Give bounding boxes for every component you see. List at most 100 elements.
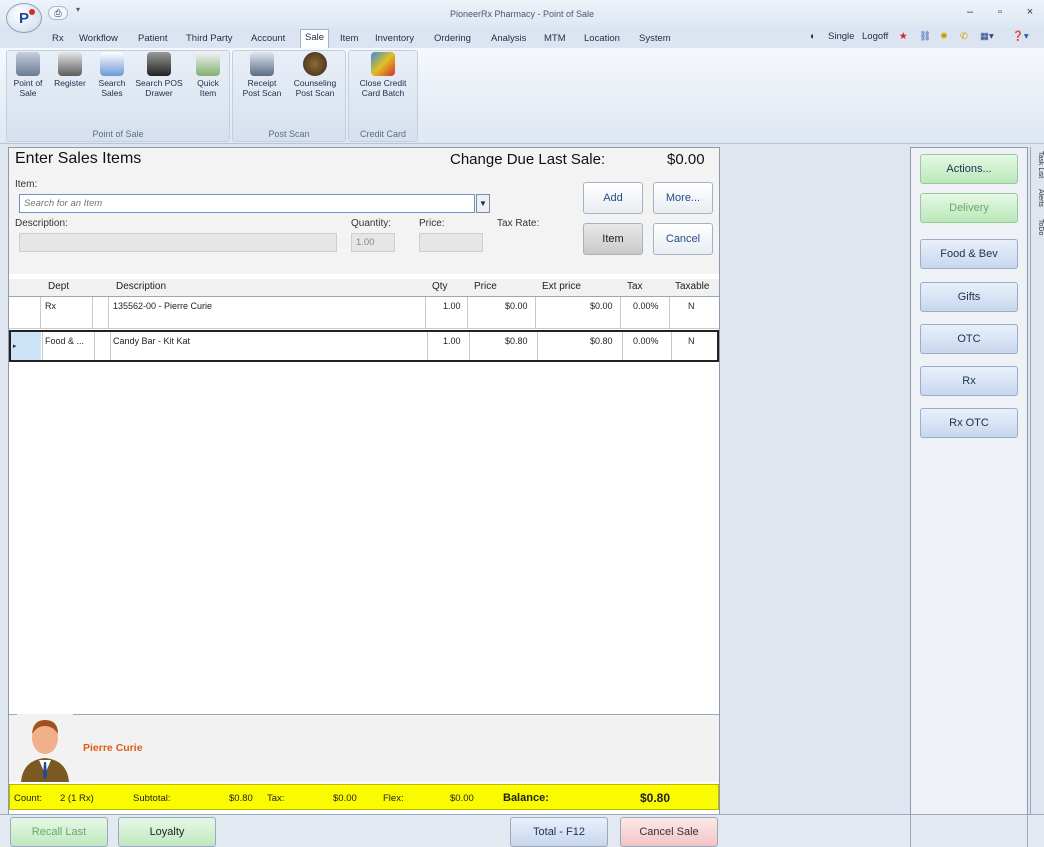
- cancel-button[interactable]: Cancel: [653, 223, 713, 255]
- cell-dept: Food & ...: [45, 336, 85, 346]
- cancel-sale-button[interactable]: Cancel Sale: [620, 817, 718, 847]
- cell-taxable: N: [688, 301, 695, 311]
- menu-account[interactable]: Account: [247, 31, 289, 46]
- item-search-input[interactable]: [19, 194, 475, 213]
- window-title: PioneerRx Pharmacy - Point of Sale: [449, 9, 595, 19]
- quick-item-button[interactable]: Quick Item: [188, 52, 228, 98]
- menu-sale[interactable]: Sale: [300, 29, 330, 48]
- register-button[interactable]: Register: [50, 52, 90, 88]
- cell-tax: 0.00%: [633, 336, 659, 346]
- menu-patient[interactable]: Patient: [134, 31, 172, 46]
- page-title: Enter Sales Items: [15, 150, 142, 167]
- tab-alerts[interactable]: Alerts: [1032, 189, 1044, 207]
- tab-task-list[interactable]: Task List: [1032, 151, 1044, 178]
- receipt-post-scan-button[interactable]: Receipt Post Scan: [238, 52, 286, 98]
- menu-item[interactable]: Item: [336, 31, 362, 46]
- close-button[interactable]: ×: [1018, 6, 1042, 22]
- receipt-icon: [250, 52, 274, 76]
- search-pos-drawer-button[interactable]: Search POS Drawer: [134, 52, 184, 98]
- menu-analysis[interactable]: Analysis: [487, 31, 530, 46]
- column-ext-price[interactable]: Ext price: [542, 281, 581, 292]
- column-tax[interactable]: Tax: [627, 281, 643, 292]
- column-qty[interactable]: Qty: [432, 281, 448, 292]
- count-value: 2 (1 Rx): [60, 793, 94, 804]
- menu-workflow[interactable]: Workflow: [75, 31, 122, 46]
- menu-rx[interactable]: Rx: [48, 31, 68, 46]
- app-logo[interactable]: P: [6, 3, 42, 33]
- minimize-button[interactable]: –: [958, 6, 982, 22]
- button-label: Search POS Drawer: [135, 78, 183, 98]
- menu-location[interactable]: Location: [580, 31, 624, 46]
- item-dropdown-icon[interactable]: ▼: [476, 194, 490, 213]
- recall-last-button[interactable]: Recall Last: [10, 817, 108, 847]
- quantity-label: Quantity:: [351, 218, 392, 229]
- column-taxable[interactable]: Taxable: [675, 281, 709, 292]
- phone-icon[interactable]: ✆: [960, 31, 968, 42]
- add-button[interactable]: Add: [583, 182, 643, 214]
- button-label: Close Credit Card Batch: [359, 78, 407, 98]
- cart-icon: [196, 52, 220, 76]
- credit-card-icon: [371, 52, 395, 76]
- change-due-label: Change Due Last Sale:: [450, 151, 606, 168]
- logoff-link[interactable]: Logoff: [862, 31, 888, 42]
- tax-value: $0.00: [333, 793, 357, 804]
- row-pointer-icon: ▸: [13, 343, 17, 350]
- counseling-icon: [303, 52, 327, 76]
- search-sales-button[interactable]: Search Sales: [92, 52, 132, 98]
- balance-value: $0.80: [640, 791, 671, 805]
- more-button[interactable]: More...: [653, 182, 713, 214]
- settings-icon[interactable]: ▦▾: [980, 31, 994, 42]
- avatar[interactable]: [17, 714, 73, 782]
- button-label: Search Sales: [98, 78, 126, 98]
- lightbulb-icon[interactable]: ✹: [940, 31, 948, 42]
- food-bev-button[interactable]: Food & Bev: [920, 239, 1018, 269]
- button-label: Register: [54, 78, 86, 88]
- side-tabs: Task List Alerts ToDo: [1030, 147, 1044, 815]
- table-row-selected[interactable]: ▸ Food & ... Candy Bar - Kit Kat 1.00 $0…: [9, 330, 719, 362]
- button-label: Receipt Post Scan: [242, 78, 282, 98]
- single-link[interactable]: Single: [828, 31, 854, 42]
- cell-dept: Rx: [45, 301, 56, 311]
- tab-todo[interactable]: ToDo: [1032, 219, 1044, 235]
- cell-ext-price: $0.80: [590, 336, 613, 346]
- counseling-post-scan-button[interactable]: Counseling Post Scan: [288, 52, 342, 98]
- close-credit-card-batch-button[interactable]: Close Credit Card Batch: [352, 52, 414, 98]
- scale-icon: [16, 52, 40, 76]
- rx-button[interactable]: Rx: [920, 366, 1018, 396]
- actions-button[interactable]: Actions...: [920, 154, 1018, 184]
- gifts-button[interactable]: Gifts: [920, 282, 1018, 312]
- cell-taxable: N: [688, 336, 695, 346]
- menu-inventory[interactable]: Inventory: [371, 31, 418, 46]
- menu-mtm[interactable]: MTM: [540, 31, 570, 46]
- quantity-field: 1.00: [351, 233, 395, 252]
- item-button[interactable]: Item: [583, 223, 643, 255]
- menu-third-party[interactable]: Third Party: [182, 31, 236, 46]
- column-dept[interactable]: Dept: [48, 281, 69, 292]
- globe-icon[interactable]: ◐: [810, 31, 816, 42]
- menu-system[interactable]: System: [635, 31, 675, 46]
- cell-description: Candy Bar - Kit Kat: [113, 336, 191, 346]
- tax-rate-label: Tax Rate:: [497, 218, 540, 229]
- cell-qty: 1.00: [443, 301, 461, 311]
- total-button[interactable]: Total - F12: [510, 817, 608, 847]
- flex-value: $0.00: [450, 793, 474, 804]
- rx-otc-button[interactable]: Rx OTC: [920, 408, 1018, 438]
- patient-name[interactable]: Pierre Curie: [83, 742, 143, 754]
- help-icon[interactable]: ❓▾: [1012, 31, 1029, 42]
- tax-label: Tax:: [267, 793, 285, 804]
- delivery-button[interactable]: Delivery: [920, 193, 1018, 223]
- point-of-sale-button[interactable]: Point of Sale: [8, 52, 48, 98]
- menu-ordering[interactable]: Ordering: [430, 31, 475, 46]
- group-label: Post Scan: [268, 129, 310, 139]
- bottom-right-area: [910, 814, 1028, 847]
- loyalty-button[interactable]: Loyalty: [118, 817, 216, 847]
- column-price[interactable]: Price: [474, 281, 497, 292]
- link-icon[interactable]: ⛓: [919, 31, 931, 42]
- column-description[interactable]: Description: [116, 281, 166, 292]
- star-icon[interactable]: ★: [899, 31, 908, 42]
- group-label: Point of Sale: [92, 129, 144, 139]
- maximize-button[interactable]: ▫: [988, 6, 1012, 22]
- button-label: Quick Item: [197, 78, 219, 98]
- table-row[interactable]: Rx 135562-00 - Pierre Curie 1.00 $0.00 $…: [9, 297, 719, 329]
- otc-button[interactable]: OTC: [920, 324, 1018, 354]
